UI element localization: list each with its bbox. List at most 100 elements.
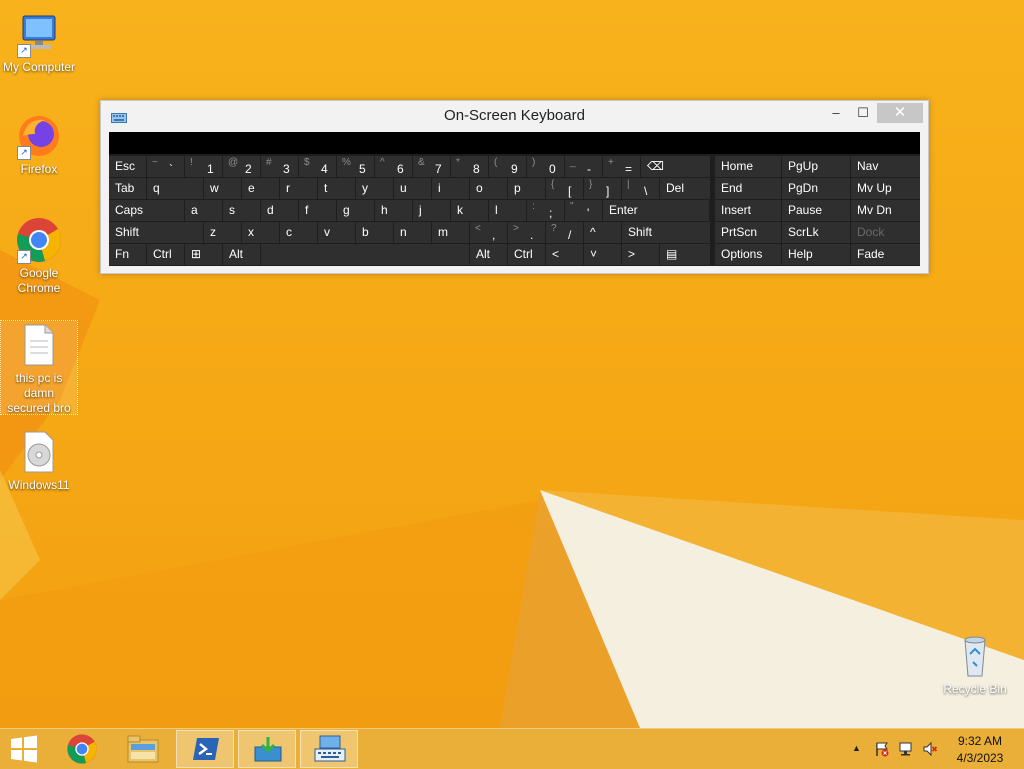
osk-key-h[interactable]: h — [375, 200, 412, 221]
osk-key-symbol[interactable]: ^ — [584, 222, 621, 243]
osk-key-f[interactable]: f — [299, 200, 336, 221]
osk-key-shift[interactable]: Shift — [622, 222, 710, 243]
desktop-icon-windows11[interactable]: Windows11 — [0, 428, 78, 493]
osk-key-symbol[interactable]: > — [622, 244, 659, 265]
desktop-icon-text-file[interactable]: this pc is damn secured bro — [0, 320, 78, 415]
osk-key-d[interactable]: d — [261, 200, 298, 221]
osk-key-symbol[interactable]: _ - — [565, 156, 602, 177]
osk-key-u[interactable]: u — [394, 178, 431, 199]
osk-key-1[interactable]: ! 1 — [185, 156, 222, 177]
osk-key-dock[interactable]: Dock — [851, 222, 920, 243]
osk-key-symbol[interactable]: ~ ` — [147, 156, 184, 177]
osk-key-c[interactable]: c — [280, 222, 317, 243]
osk-key-9[interactable]: (9 — [489, 156, 526, 177]
osk-key-home[interactable]: Home — [715, 156, 781, 177]
osk-key-n[interactable]: n — [394, 222, 431, 243]
osk-key-caps[interactable]: Caps — [109, 200, 184, 221]
osk-key-symbol[interactable]: " ' — [565, 200, 602, 221]
osk-key-p[interactable]: p — [508, 178, 545, 199]
osk-key-tab[interactable]: Tab — [109, 178, 146, 199]
osk-key-j[interactable]: j — [413, 200, 450, 221]
osk-key-symbol[interactable]: ˅ — [584, 244, 621, 265]
osk-key-end[interactable]: End — [715, 178, 781, 199]
osk-key-symbol[interactable]: :; — [527, 200, 564, 221]
osk-key-r[interactable]: r — [280, 178, 317, 199]
osk-key-pgdn[interactable]: PgDn — [782, 178, 850, 199]
osk-key-scrlk[interactable]: ScrLk — [782, 222, 850, 243]
taskbar-chrome-button[interactable] — [54, 730, 110, 768]
osk-key-pause[interactable]: Pause — [782, 200, 850, 221]
osk-key-fn[interactable]: Fn — [109, 244, 146, 265]
osk-key-8[interactable]: * 8 — [451, 156, 488, 177]
osk-key-x[interactable]: x — [242, 222, 279, 243]
osk-key-i[interactable]: i — [432, 178, 469, 199]
osk-key-z[interactable]: z — [204, 222, 241, 243]
osk-key-l[interactable]: l — [489, 200, 526, 221]
osk-key-space[interactable] — [261, 244, 469, 265]
osk-key-pgup[interactable]: PgUp — [782, 156, 850, 177]
osk-key-mv-up[interactable]: Mv Up — [851, 178, 920, 199]
osk-key-2[interactable]: @2 — [223, 156, 260, 177]
osk-key-mv-dn[interactable]: Mv Dn — [851, 200, 920, 221]
osk-key-w[interactable]: w — [204, 178, 241, 199]
minimize-button[interactable]: – — [829, 103, 843, 123]
osk-key-6[interactable]: ^ 6 — [375, 156, 412, 177]
osk-key-symbol[interactable]: ? / — [546, 222, 583, 243]
taskbar-on-screen-keyboard-button[interactable] — [300, 730, 358, 768]
osk-key-symbol[interactable]: >. — [508, 222, 545, 243]
osk-key-7[interactable]: & 7 — [413, 156, 450, 177]
osk-key-nav[interactable]: Nav — [851, 156, 920, 177]
taskbar-file-explorer-button[interactable] — [114, 730, 172, 768]
osk-key-enter[interactable]: Enter — [603, 200, 709, 221]
osk-key-symbol[interactable]: ⌫ — [641, 156, 710, 177]
osk-key-del[interactable]: Del — [660, 178, 710, 199]
osk-key-y[interactable]: y — [356, 178, 393, 199]
osk-key-fade[interactable]: Fade — [851, 244, 920, 265]
osk-key-o[interactable]: o — [470, 178, 507, 199]
taskbar-powershell-button[interactable] — [176, 730, 234, 768]
osk-key-options[interactable]: Options — [715, 244, 781, 265]
osk-key-k[interactable]: k — [451, 200, 488, 221]
osk-key-symbol[interactable]: ⊞ — [185, 244, 222, 265]
action-center-flag-icon[interactable] — [874, 741, 890, 760]
clock-time[interactable]: 9:32 AM — [948, 734, 1012, 748]
osk-key-q[interactable]: q — [147, 178, 203, 199]
clock-date[interactable]: 4/3/2023 — [948, 751, 1012, 765]
osk-key-symbol[interactable]: + = — [603, 156, 640, 177]
osk-key-ctrl[interactable]: Ctrl — [508, 244, 545, 265]
osk-key-a[interactable]: a — [185, 200, 222, 221]
osk-key-g[interactable]: g — [337, 200, 374, 221]
osk-key-help[interactable]: Help — [782, 244, 850, 265]
taskbar-installer-button[interactable] — [238, 730, 296, 768]
osk-key-5[interactable]: % 5 — [337, 156, 374, 177]
network-icon[interactable] — [898, 741, 914, 760]
osk-key-t[interactable]: t — [318, 178, 355, 199]
osk-key-esc[interactable]: Esc — [109, 156, 146, 177]
osk-key-e[interactable]: e — [242, 178, 279, 199]
osk-key-3[interactable]: #3 — [261, 156, 298, 177]
osk-key-symbol[interactable]: <, — [470, 222, 507, 243]
osk-key-symbol[interactable]: }] — [584, 178, 621, 199]
osk-key-prtscn[interactable]: PrtScn — [715, 222, 781, 243]
desktop-icon-google-chrome[interactable]: ↗ Google Chrome — [0, 216, 78, 296]
osk-key-alt[interactable]: Alt — [470, 244, 507, 265]
start-button[interactable] — [0, 730, 48, 768]
osk-key-symbol[interactable]: ▤ — [660, 244, 710, 265]
desktop-icon-my-computer[interactable]: ↗ My Computer — [0, 10, 78, 75]
desktop-icon-firefox[interactable]: ↗ Firefox — [0, 112, 78, 177]
osk-key-b[interactable]: b — [356, 222, 393, 243]
osk-key-insert[interactable]: Insert — [715, 200, 781, 221]
osk-key-4[interactable]: $4 — [299, 156, 336, 177]
osk-key-symbol[interactable]: < — [546, 244, 583, 265]
osk-key-alt[interactable]: Alt — [223, 244, 260, 265]
osk-key-0[interactable]: ) 0 — [527, 156, 564, 177]
osk-key-symbol[interactable]: | \ — [622, 178, 659, 199]
osk-key-m[interactable]: m — [432, 222, 469, 243]
osk-key-v[interactable]: v — [318, 222, 355, 243]
osk-title-bar[interactable]: On-Screen Keyboard – ☐ ✕ — [101, 101, 928, 131]
osk-key-s[interactable]: s — [223, 200, 260, 221]
tray-overflow-button[interactable]: ▲ — [852, 743, 861, 753]
osk-key-ctrl[interactable]: Ctrl — [147, 244, 184, 265]
close-button[interactable]: ✕ — [877, 103, 923, 123]
desktop-icon-recycle-bin[interactable]: Recycle Bin — [936, 632, 1014, 697]
